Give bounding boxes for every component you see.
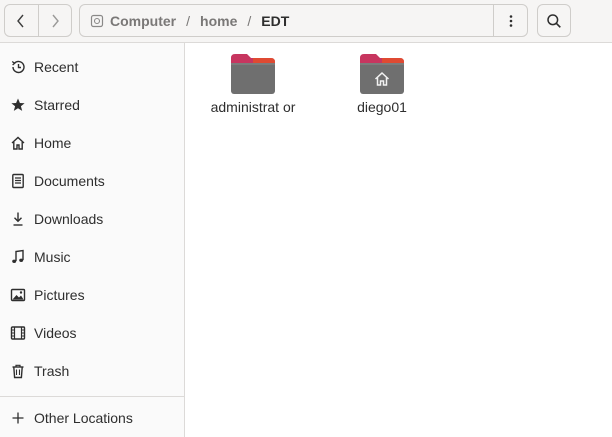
sidebar-item-label: Videos [34, 325, 77, 341]
vertical-dots-icon [509, 14, 512, 27]
search-icon [547, 13, 561, 28]
sidebar-item-documents[interactable]: Documents [0, 162, 184, 200]
sidebar-item-label: Home [34, 135, 72, 151]
sidebar-item-label: Recent [34, 59, 79, 75]
sidebar-item-videos[interactable]: Videos [0, 314, 184, 352]
sidebar-item-label: Pictures [34, 287, 85, 303]
path-bar: Computer / home / EDT [79, 4, 528, 37]
back-button[interactable] [5, 5, 38, 36]
folder-icon [229, 52, 277, 96]
sidebar-item-label: Music [34, 249, 71, 265]
film-icon [9, 324, 27, 342]
file-name: administrat or [210, 99, 296, 115]
sidebar-item-trash[interactable]: Trash [0, 352, 184, 390]
star-icon [9, 96, 27, 114]
sidebar-divider [0, 396, 184, 397]
clock-icon [9, 58, 27, 76]
file-view: administrat or diego01 [185, 43, 612, 437]
download-icon [9, 210, 27, 228]
music-note-icon [9, 248, 27, 266]
breadcrumb-separator: / [247, 12, 252, 29]
sidebar-item-pictures[interactable]: Pictures [0, 276, 184, 314]
forward-button[interactable] [37, 5, 71, 36]
sidebar-item-label: Trash [34, 363, 70, 379]
path-menu-button[interactable] [493, 5, 527, 36]
header-bar: Computer / home / EDT [0, 0, 612, 43]
breadcrumb-separator: / [186, 12, 191, 29]
breadcrumb-edt[interactable]: EDT [257, 13, 293, 29]
breadcrumb-computer[interactable]: Computer [106, 13, 180, 29]
sidebar-item-downloads[interactable]: Downloads [0, 200, 184, 238]
sidebar-item-other-locations[interactable]: Other Locations [0, 399, 184, 437]
picture-icon [9, 286, 27, 304]
sidebar-item-label: Documents [34, 173, 105, 189]
document-icon [9, 172, 27, 190]
sidebar-item-label: Starred [34, 97, 80, 113]
navigation-buttons [4, 4, 72, 37]
sidebar-item-label: Other Locations [34, 410, 133, 426]
sidebar-item-recent[interactable]: Recent [0, 48, 184, 86]
search-button[interactable] [537, 4, 571, 37]
home-icon [9, 134, 27, 152]
chevron-right-icon [52, 14, 59, 27]
sidebar-item-label: Downloads [34, 211, 104, 227]
folder-item-diego01[interactable]: diego01 [334, 52, 430, 116]
breadcrumb-home[interactable]: home [196, 13, 241, 29]
sidebar-item-home[interactable]: Home [0, 124, 184, 162]
drive-icon [88, 12, 106, 30]
folder-item-administrator[interactable]: administrat or [205, 52, 301, 116]
file-name: diego01 [357, 99, 407, 115]
home-folder-icon [358, 52, 406, 96]
plus-icon [9, 409, 27, 427]
sidebar: Recent Starred Home Documents Downloads … [0, 43, 185, 437]
trash-icon [9, 362, 27, 380]
sidebar-item-starred[interactable]: Starred [0, 86, 184, 124]
chevron-left-icon [17, 14, 25, 27]
sidebar-item-music[interactable]: Music [0, 238, 184, 276]
